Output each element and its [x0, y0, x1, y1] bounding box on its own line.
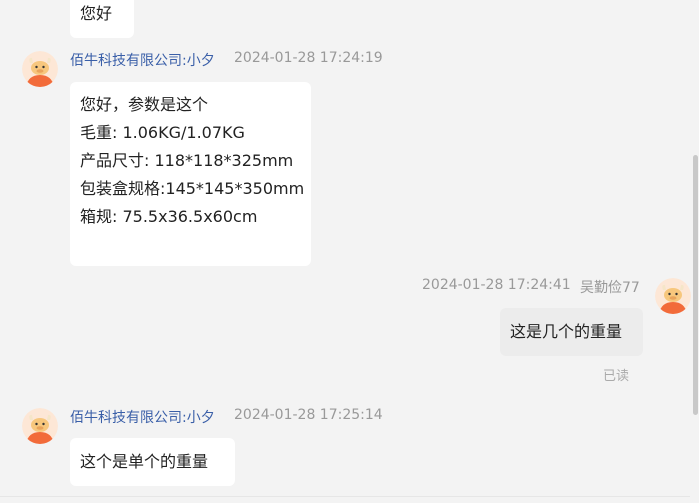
ox-mascot-icon	[22, 408, 58, 444]
scrollbar[interactable]	[692, 0, 699, 503]
chat-window: 您好 佰牛科技有限公司:小夕 2024-01-28 17:24:19 您好，参数…	[0, 0, 699, 503]
avatar[interactable]	[655, 278, 691, 314]
sender-name[interactable]: 佰牛科技有限公司:小夕	[70, 50, 215, 70]
message-text: 箱规: 75.5x36.5x60cm	[80, 207, 258, 226]
message-text: 这是几个的重量	[510, 322, 623, 341]
message-bubble: 您好，参数是这个 毛重: 1.06KG/1.07KG 产品尺寸: 118*118…	[70, 82, 311, 266]
message-timestamp: 2024-01-28 17:24:19	[234, 50, 383, 66]
message-timestamp: 2024-01-28 17:25:14	[234, 407, 383, 423]
message-bubble: 这是几个的重量	[500, 308, 643, 356]
message-text: 您好	[80, 4, 113, 23]
sender-name[interactable]: 吴勤俭77	[580, 277, 640, 297]
read-status: 已读	[603, 369, 630, 384]
message-text: 包装盒规格:145*145*350mm	[80, 179, 305, 198]
sender-name[interactable]: 佰牛科技有限公司:小夕	[70, 407, 215, 427]
avatar[interactable]	[22, 408, 58, 444]
ox-mascot-icon	[655, 278, 691, 314]
message-bubble: 您好	[70, 0, 134, 38]
avatar[interactable]	[22, 51, 58, 87]
message-bubble: 这个是单个的重量	[70, 438, 235, 486]
divider	[0, 496, 690, 497]
message-timestamp: 2024-01-28 17:24:41	[422, 277, 571, 293]
scrollbar-thumb[interactable]	[693, 155, 698, 415]
message-text: 产品尺寸: 118*118*325mm	[80, 151, 294, 170]
message-text: 毛重: 1.06KG/1.07KG	[80, 123, 245, 142]
ox-mascot-icon	[22, 51, 58, 87]
message-text: 您好，参数是这个	[80, 95, 209, 114]
message-text: 这个是单个的重量	[80, 452, 209, 471]
